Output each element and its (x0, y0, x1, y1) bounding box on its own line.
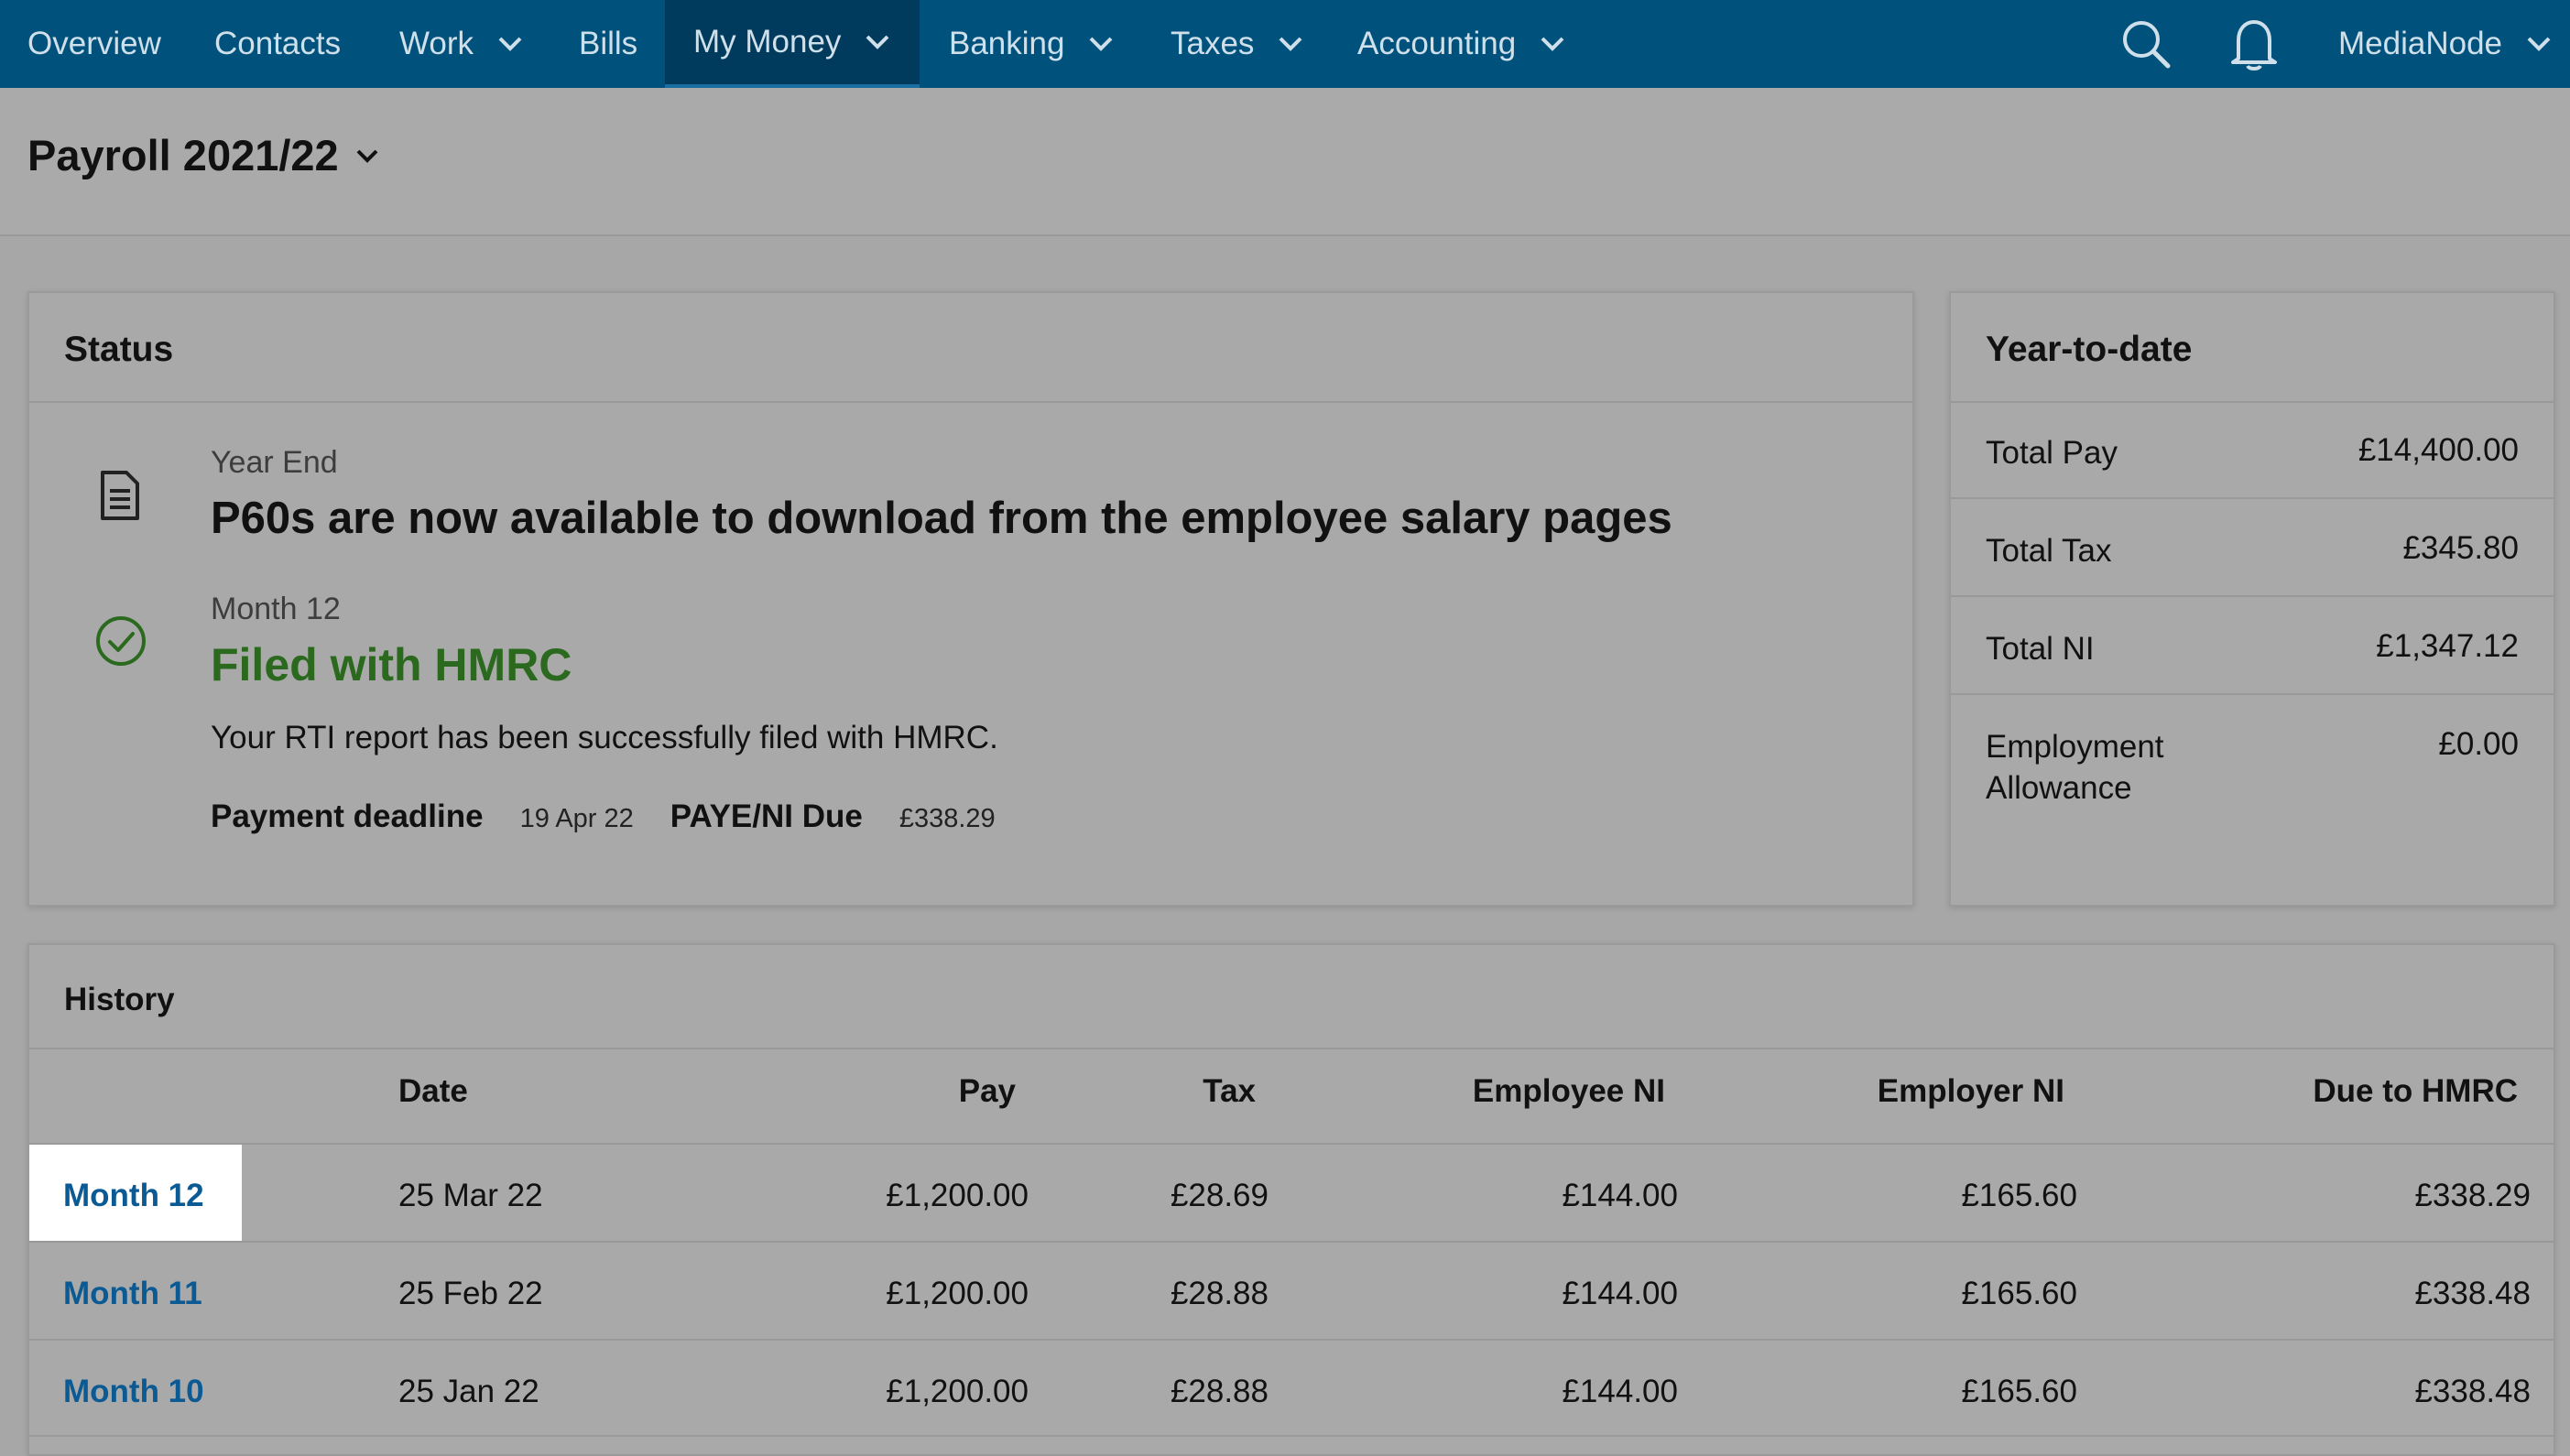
ytd-card-header: Year-to-date (1951, 293, 2554, 403)
column-date: Date (398, 1073, 468, 1109)
search-icon (2123, 21, 2171, 69)
filed-description: Your RTI report has been successfully fi… (211, 720, 998, 755)
cell-pay: £1,200.00 (886, 1178, 1029, 1213)
account-name: MediaNode (2338, 26, 2502, 61)
cell-due: £338.48 (2414, 1276, 2531, 1311)
cell-pay: £1,200.00 (886, 1374, 1029, 1409)
chevron-down-icon (1280, 37, 1302, 51)
page-title: Payroll 2021/22 (27, 131, 339, 179)
status-card: Status Year End P60s are now available t… (27, 291, 1914, 907)
nav-accounting[interactable]: Accounting (1357, 0, 1565, 88)
column-employer-ni: Employer NI (1877, 1073, 2064, 1109)
cell-employer-ni: £165.60 (1961, 1178, 2077, 1213)
notifications-button[interactable] (2229, 0, 2279, 88)
nav-bills[interactable]: Bills (579, 0, 637, 88)
cell-date: 25 Jan 22 (398, 1374, 539, 1409)
status-title: Status (64, 330, 174, 369)
column-due-to-hmrc: Due to HMRC (2313, 1073, 2518, 1109)
nav-label: My Money (693, 24, 842, 60)
page-header: Payroll 2021/22 (0, 88, 2570, 236)
bell-icon (2231, 20, 2277, 71)
nav-work[interactable]: Work (399, 0, 523, 88)
chevron-down-icon (2527, 37, 2551, 51)
year-end-label: Year End (211, 445, 338, 480)
ytd-label: Total Tax (1986, 533, 2112, 569)
filed-status: Filed with HMRC (211, 639, 572, 690)
chevron-down-icon (1090, 37, 1113, 51)
table-row: Month 10 25 Jan 22 £1,200.00 £28.88 £144… (27, 1339, 2555, 1437)
cell-due: £338.29 (2414, 1178, 2531, 1213)
ytd-title: Year-to-date (1986, 330, 2193, 369)
nav-contacts[interactable]: Contacts (214, 0, 341, 88)
year-end-headline: P60s are now available to download from … (211, 494, 1672, 543)
month-11-link[interactable]: Month 11 (63, 1276, 202, 1312)
nav-label: Overview (27, 26, 161, 61)
cell-tax: £28.88 (1170, 1374, 1269, 1409)
search-button[interactable] (2119, 0, 2173, 88)
column-employee-ni: Employee NI (1472, 1073, 1665, 1109)
document-icon (101, 471, 139, 520)
status-card-header: Status (29, 293, 1912, 403)
nav-label: Banking (949, 26, 1065, 61)
nav-label: Contacts (214, 26, 342, 61)
ytd-card: Year-to-date Total Pay £14,400.00 Total … (1949, 291, 2555, 907)
nav-overview[interactable]: Overview (27, 0, 161, 88)
cell-date: 25 Feb 22 (398, 1276, 543, 1311)
cell-tax: £28.88 (1170, 1276, 1269, 1311)
ytd-label: Employment Allowance (1986, 729, 2164, 806)
cell-due: £338.48 (2414, 1374, 2531, 1409)
month-label: Month 12 (211, 592, 341, 626)
ytd-value: £1,347.12 (2376, 628, 2519, 664)
cell-tax: £28.69 (1170, 1178, 1269, 1213)
cell-date: 25 Mar 22 (398, 1178, 543, 1213)
ytd-row-total-ni: Total NI £1,347.12 (1951, 597, 2554, 695)
ytd-row-employment-allowance: Employment Allowance £0.00 (1951, 695, 2554, 878)
chevron-down-icon (866, 35, 889, 49)
paye-ni-due-value: £338.29 (898, 804, 996, 833)
column-pay: Pay (958, 1073, 1016, 1109)
top-navigation: Overview Contacts Work Bills My Money Ba… (0, 0, 2570, 88)
table-row: Month 11 25 Feb 22 £1,200.00 £28.88 £144… (27, 1241, 2555, 1339)
nav-label: Taxes (1171, 26, 1255, 61)
nav-banking[interactable]: Banking (949, 0, 1114, 88)
ytd-row-total-pay: Total Pay £14,400.00 (1951, 401, 2554, 499)
period-selector[interactable]: Payroll 2021/22 (27, 130, 379, 180)
nav-my-money[interactable]: My Money (665, 0, 920, 88)
history-title: History (64, 982, 175, 1017)
ytd-value: £0.00 (2438, 726, 2519, 762)
check-circle-icon (96, 616, 146, 666)
history-header: History (29, 945, 2554, 1049)
payment-summary: Payment deadline 19 Apr 22 PAYE/NI Due £… (211, 799, 996, 835)
table-row: Month 12 25 Mar 22 £1,200.00 £28.69 £144… (27, 1143, 2555, 1241)
cell-employer-ni: £165.60 (1961, 1374, 2077, 1409)
nav-label: Accounting (1357, 26, 1517, 61)
nav-label: Bills (579, 26, 638, 61)
ytd-value: £345.80 (2402, 530, 2519, 566)
ytd-row-total-tax: Total Tax £345.80 (1951, 499, 2554, 597)
column-tax: Tax (1203, 1073, 1256, 1109)
paye-ni-due-label: PAYE/NI Due (670, 799, 863, 834)
account-menu[interactable]: MediaNode (2338, 0, 2552, 88)
ytd-value: £14,400.00 (2358, 432, 2519, 468)
chevron-down-icon (1541, 37, 1564, 51)
chevron-down-icon (356, 149, 378, 163)
payment-deadline-label: Payment deadline (211, 799, 484, 834)
cell-employer-ni: £165.60 (1961, 1276, 2077, 1311)
payment-deadline-value: 19 Apr 22 (519, 804, 634, 833)
ytd-label: Total Pay (1986, 435, 2118, 471)
month-12-link[interactable]: Month 12 (63, 1178, 204, 1214)
cell-employee-ni: £144.00 (1562, 1178, 1678, 1213)
ytd-label: Total NI (1986, 631, 2095, 667)
nav-label: Work (399, 26, 474, 61)
month-10-link[interactable]: Month 10 (63, 1374, 204, 1410)
cell-employee-ni: £144.00 (1562, 1374, 1678, 1409)
cell-employee-ni: £144.00 (1562, 1276, 1678, 1311)
chevron-down-icon (498, 37, 522, 51)
nav-taxes[interactable]: Taxes (1171, 0, 1303, 88)
cell-pay: £1,200.00 (886, 1276, 1029, 1311)
